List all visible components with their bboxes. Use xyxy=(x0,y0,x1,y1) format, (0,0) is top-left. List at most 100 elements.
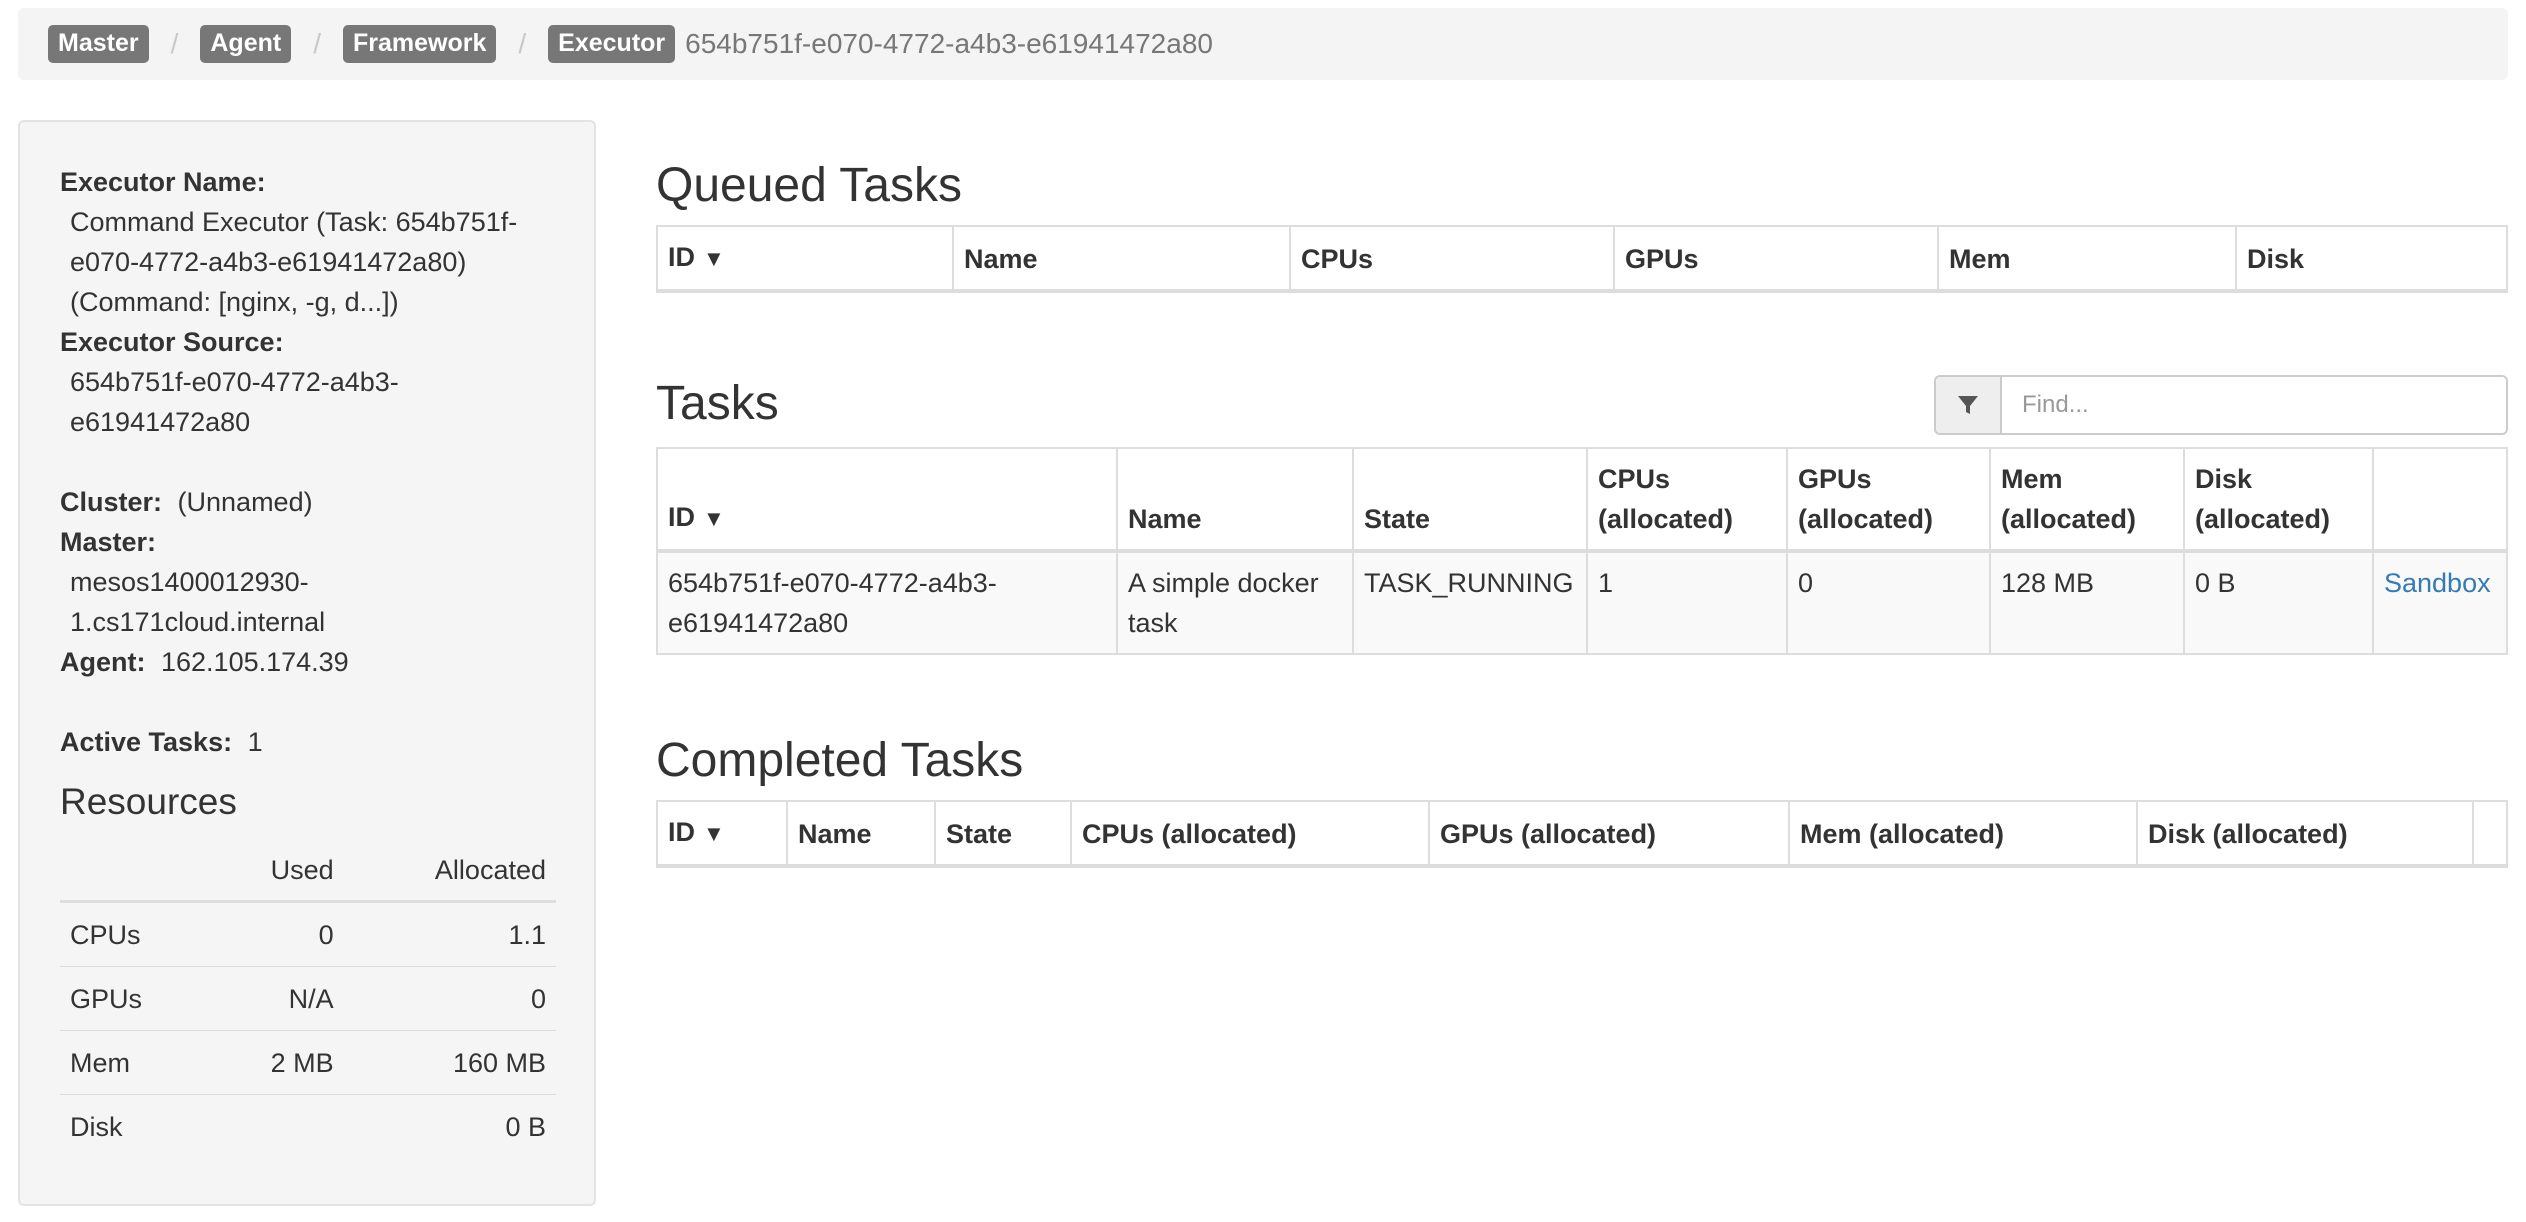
resource-name: CPUs xyxy=(70,920,141,950)
resources-header-row: Used Allocated xyxy=(60,840,556,903)
task-id[interactable]: 654b751f-e070-4772-a4b3- e61941472a80 xyxy=(656,550,1118,655)
executor-name-line: (Command: [nginx, -g, d...]) xyxy=(70,287,399,317)
active-tasks-label: Active Tasks: xyxy=(60,727,233,757)
task-sandbox-cell: Sandbox xyxy=(2372,550,2508,655)
tasks-col-mem[interactable]: Mem (allocated) xyxy=(1989,447,2185,553)
master-value[interactable]: mesos1400012930- 1.cs171cloud.internal xyxy=(60,562,556,642)
completed-tasks-table: ID ▼ Name State CPUs (allocated) GPUs (al… xyxy=(656,800,2508,868)
queued-col-id[interactable]: ID ▼ xyxy=(656,225,954,293)
completed-col-mem[interactable]: Mem (allocated) xyxy=(1788,800,2138,868)
main-content: Queued Tasks ID ▼ Name CPUs GPUs Mem Disk… xyxy=(656,120,2508,868)
tasks-header: Tasks xyxy=(656,371,2508,435)
active-tasks-row: Active Tasks: 1 xyxy=(60,722,556,762)
queued-tasks-table: ID ▼ Name CPUs GPUs Mem Disk xyxy=(656,225,2508,293)
queued-col-disk[interactable]: Disk xyxy=(2235,225,2508,293)
resource-used: N/A xyxy=(209,966,344,1031)
sort-desc-icon: ▼ xyxy=(703,821,725,846)
breadcrumb-master-link[interactable]: Master xyxy=(48,25,149,63)
resource-used: 2 MB xyxy=(209,1030,344,1095)
tasks-col-id[interactable]: ID ▼ xyxy=(656,447,1118,553)
queued-col-mem[interactable]: Mem xyxy=(1937,225,2237,293)
breadcrumb-framework-link[interactable]: Framework xyxy=(342,25,497,63)
page: Master / Agent / Framework / Executor 65… xyxy=(0,0,2526,1222)
executor-source-line: e61941472a80 xyxy=(70,407,251,437)
completed-col-actions xyxy=(2472,800,2508,868)
breadcrumb-separator: / xyxy=(313,28,321,59)
resource-allocated: 1.1 xyxy=(508,920,546,950)
sort-desc-icon: ▼ xyxy=(703,246,725,271)
agent-label: Agent: xyxy=(60,647,146,677)
resource-allocated: 0 B xyxy=(343,1094,556,1158)
resources-title: Resources xyxy=(60,781,237,822)
queued-tasks-header-row: ID ▼ Name CPUs GPUs Mem Disk xyxy=(656,225,2508,293)
master-line: 1.cs171cloud.internal xyxy=(70,607,326,637)
tasks-title: Tasks xyxy=(656,376,779,430)
executor-source-value: 654b751f-e070-4772-a4b3- e61941472a80 xyxy=(60,362,556,442)
queued-col-name[interactable]: Name xyxy=(952,225,1291,293)
completed-col-cpus[interactable]: CPUs (allocated) xyxy=(1070,800,1430,868)
executor-name-value: Command Executor (Task: 654b751f- e070-4… xyxy=(60,202,556,322)
resources-table: Used Allocated CPUs 0 1.1 GPUs N/A 0 Mem… xyxy=(60,840,556,1158)
breadcrumb-executor-badge: Executor xyxy=(548,25,676,63)
resources-header-allocated: Allocated xyxy=(343,840,556,903)
resource-name: Disk xyxy=(60,1094,210,1158)
master-label: Master: xyxy=(60,527,157,557)
completed-col-name[interactable]: Name xyxy=(786,800,936,868)
active-tasks-value: 1 xyxy=(247,727,263,757)
executor-source-line: 654b751f-e070-4772-a4b3- xyxy=(70,367,399,397)
resource-used xyxy=(209,1094,344,1158)
completed-col-gpus[interactable]: GPUs (allocated) xyxy=(1428,800,1790,868)
resource-allocated: 160 MB xyxy=(343,1030,556,1095)
resources-row-gpus: GPUs N/A 0 xyxy=(60,966,556,1031)
resource-allocated: 0 xyxy=(343,966,556,1031)
resources-row-mem: Mem 2 MB 160 MB xyxy=(60,1030,556,1095)
resources-header-cell xyxy=(60,840,210,903)
resource-name: Mem xyxy=(60,1030,210,1095)
executor-name-line: Command Executor (Task: 654b751f- xyxy=(70,207,518,237)
tasks-filter xyxy=(1934,375,2508,435)
task-state: TASK_RUNNING xyxy=(1352,550,1588,655)
agent-value[interactable]: 162.105.174.39 xyxy=(161,647,349,677)
queued-col-cpus[interactable]: CPUs xyxy=(1289,225,1615,293)
agent-row: Agent: 162.105.174.39 xyxy=(60,642,556,682)
tasks-table: ID ▼ Name State CPUs (allocated) GPUs (allo… xyxy=(656,447,2508,655)
executor-info-panel: Executor Name: Command Executor (Task: 6… xyxy=(18,120,596,1206)
executor-name-label: Executor Name: xyxy=(60,167,266,197)
completed-col-id[interactable]: ID ▼ xyxy=(656,800,788,868)
completed-col-state[interactable]: State xyxy=(934,800,1072,868)
tasks-col-gpus[interactable]: GPUs (allocated) xyxy=(1786,447,1991,553)
executor-source-label: Executor Source: xyxy=(60,327,284,357)
tasks-col-cpus[interactable]: CPUs (allocated) xyxy=(1586,447,1788,553)
tasks-filter-input[interactable] xyxy=(2002,377,2506,433)
cluster-row: Cluster: (Unnamed) xyxy=(60,482,556,522)
completed-tasks-title: Completed Tasks xyxy=(656,734,1024,787)
queued-tasks-title: Queued Tasks xyxy=(656,159,962,212)
executor-name-line: e070-4772-a4b3-e61941472a80) xyxy=(70,247,467,277)
sort-desc-icon: ▼ xyxy=(703,506,725,531)
breadcrumb-agent-link[interactable]: Agent xyxy=(200,25,292,63)
queued-col-gpus[interactable]: GPUs xyxy=(1613,225,1939,293)
task-mem: 128 MB xyxy=(1989,550,2185,655)
resource-name: GPUs xyxy=(60,966,210,1031)
breadcrumb-executor-id: 654b751f-e070-4772-a4b3-e61941472a80 xyxy=(685,28,1213,59)
cluster-label: Cluster: xyxy=(60,487,163,517)
task-disk: 0 B xyxy=(2183,550,2374,655)
tasks-col-disk[interactable]: Disk (allocated) xyxy=(2183,447,2374,553)
resource-used: 0 xyxy=(318,920,334,950)
breadcrumb-separator: / xyxy=(518,28,527,59)
completed-tasks-header-row: ID ▼ Name State CPUs (allocated) GPUs (al… xyxy=(656,800,2508,868)
resources-row-disk: Disk 0 B xyxy=(60,1094,556,1158)
filter-icon xyxy=(1936,377,2002,433)
task-name: A simple docker task xyxy=(1116,550,1354,655)
tasks-col-state[interactable]: State xyxy=(1352,447,1588,553)
resources-row-cpus: CPUs 0 1.1 xyxy=(60,902,556,967)
task-cpus: 1 xyxy=(1586,550,1788,655)
cluster-value: (Unnamed) xyxy=(177,487,313,517)
resources-header-used: Used xyxy=(209,840,344,903)
completed-col-disk[interactable]: Disk (allocated) xyxy=(2136,800,2474,868)
sandbox-link[interactable]: Sandbox xyxy=(2384,568,2491,598)
breadcrumb-separator: / xyxy=(170,28,179,59)
table-row: 654b751f-e070-4772-a4b3- e61941472a80 A s… xyxy=(656,550,2508,655)
tasks-header-row: ID ▼ Name State CPUs (allocated) GPUs (allo… xyxy=(656,447,2508,553)
tasks-col-name[interactable]: Name xyxy=(1116,447,1354,553)
